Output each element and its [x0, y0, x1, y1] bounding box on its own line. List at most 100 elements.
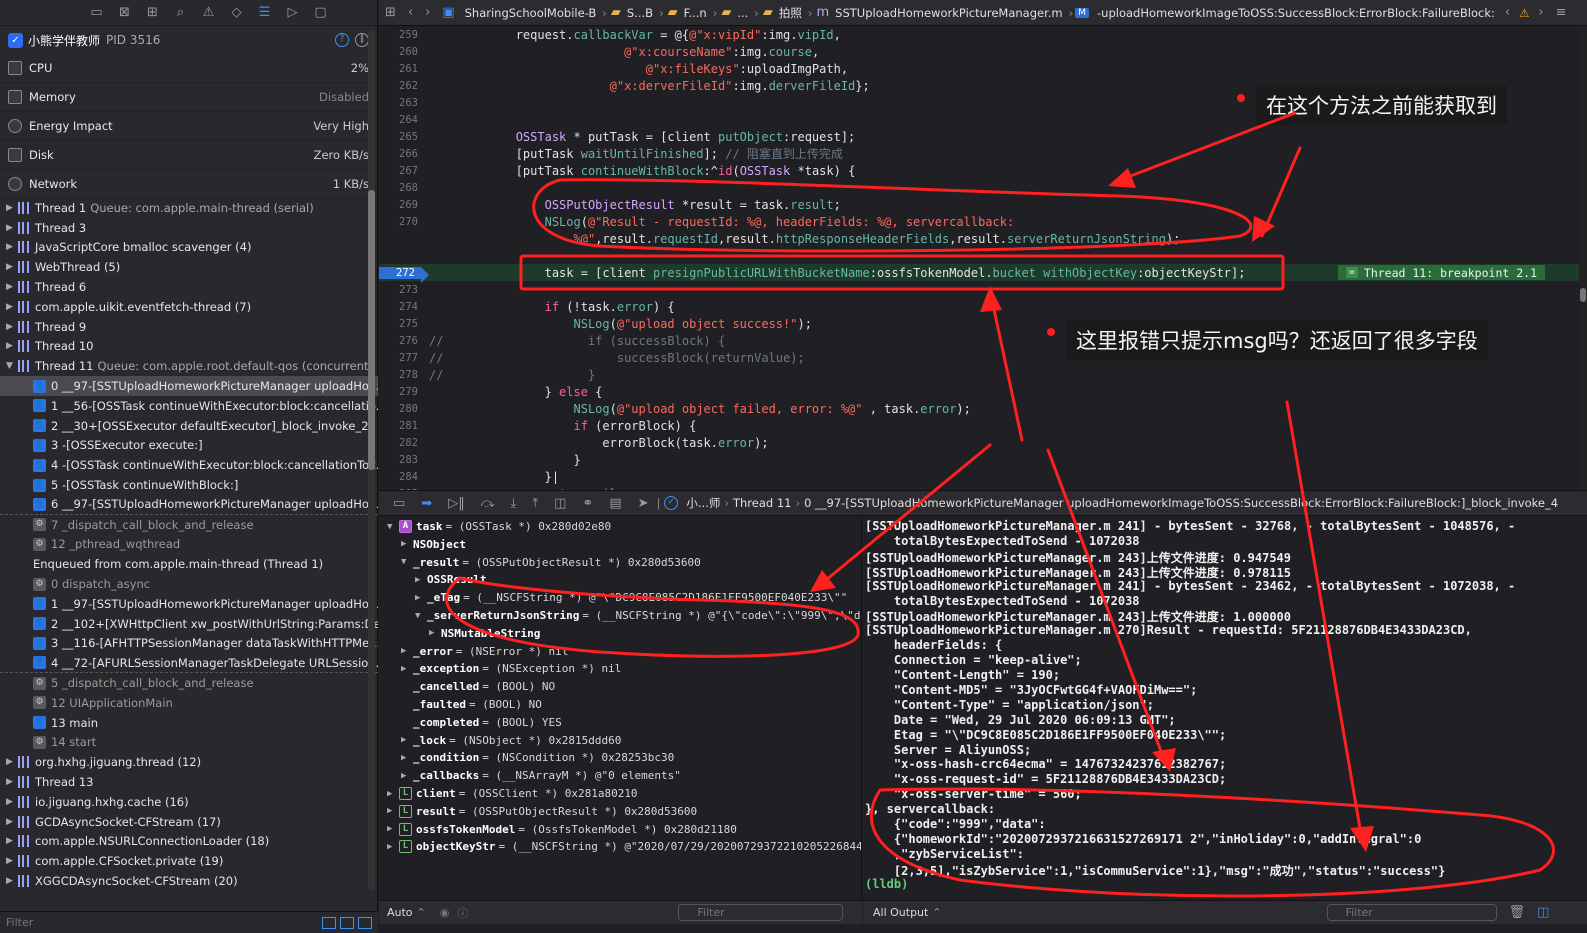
code-text[interactable]: OSSPutObjectResult *result = task.result… — [421, 198, 841, 212]
code-line[interactable]: 273 — [379, 281, 1587, 298]
stack-frame-row[interactable]: 👤 5 -[OSSTask continueWithBlock:] — [0, 475, 378, 495]
thread-row[interactable]: ▼ Thread 11 Queue: com.apple.root.default-… — [0, 356, 378, 376]
disclosure-icon[interactable]: ▶ — [6, 876, 18, 886]
stack-frame-row[interactable]: ⚙ 5 _dispatch_call_block_and_release — [0, 673, 378, 693]
thread-row[interactable]: ▶ Thread 6 — [0, 277, 378, 297]
disclosure-icon[interactable]: ▶ — [6, 203, 18, 213]
disclosure-icon[interactable]: ▼ — [387, 522, 399, 532]
test-icon[interactable]: ◇ — [228, 5, 246, 20]
code-text[interactable]: task = [client presignPublicURLWithBucke… — [421, 266, 1246, 280]
line-number[interactable]: 275 — [379, 318, 421, 330]
variable-row[interactable]: ▼ _serverReturnJsonString = (__NSCFString … — [415, 607, 861, 624]
stack-frame-row[interactable]: 👤 6 __97-[SSTUploadHomeworkPictureManager… — [0, 495, 378, 515]
disclosure-icon[interactable]: ▶ — [6, 262, 18, 272]
code-text[interactable]: // if (successBlock) { — [421, 334, 725, 348]
info-icon[interactable]: ? — [335, 33, 349, 47]
disclosure-icon[interactable]: ▶ — [6, 757, 18, 767]
line-number[interactable]: 264 — [379, 114, 421, 126]
line-number[interactable]: 273 — [379, 284, 421, 296]
code-text[interactable]: OSSTask * putTask = [client putObject:re… — [421, 130, 856, 144]
hide-debug-area-icon[interactable]: ▭ — [393, 496, 405, 511]
disclosure-icon[interactable]: ▶ — [429, 628, 441, 638]
stack-frame-row[interactable]: 👤 3 -[OSSExecutor execute:] — [0, 436, 378, 456]
code-text[interactable]: @"x:derverFileId":img.derverFileId}; — [421, 79, 870, 93]
thread-row[interactable]: ▶ Thread 1 Queue: com.apple.main-thread (s… — [0, 198, 378, 218]
stack-frame-row[interactable]: 👤 2 __30+[OSSExecutor defaultExecutor]_bl… — [0, 416, 378, 436]
variable-row[interactable]: ▼ _result = (OSSPutObjectResult *) 0x280d5… — [401, 554, 701, 571]
breadcrumb-method[interactable]: -uploadHomeworkImageToOSS:SuccessBlock:E… — [1097, 6, 1495, 20]
line-number[interactable]: 266 — [379, 148, 421, 160]
stack-frame-row[interactable]: 👤 2 __102+[XWHttpClient xw_postWithUrlStr… — [0, 614, 378, 634]
disclosure-icon[interactable]: ▶ — [415, 575, 427, 585]
continue-icon[interactable]: ▷‖ — [448, 496, 465, 511]
code-text[interactable]: } else { — [421, 385, 603, 399]
filter-placeholder[interactable]: Filter — [6, 916, 33, 929]
line-number[interactable]: 283 — [379, 454, 421, 466]
disclosure-icon[interactable]: ▶ — [387, 842, 399, 852]
variables-filter-input[interactable]: Filter — [678, 904, 844, 921]
code-text[interactable]: // successBlock(returnValue); — [421, 351, 805, 365]
code-line[interactable]: 280 NSLog(@"upload object failed, error:… — [379, 400, 1587, 417]
symbol-icon[interactable]: ⊞ — [144, 5, 162, 20]
thread-row[interactable]: ▶ Thread 13 — [0, 772, 378, 792]
disclosure-icon[interactable]: ▼ — [401, 557, 413, 567]
stack-frame-row[interactable]: 👤 13 main — [0, 713, 378, 733]
disclosure-icon[interactable]: ▶ — [401, 539, 413, 549]
stack-frame-row[interactable]: 👤 1 __56-[OSSTask continueWithExecutor:bl… — [0, 396, 378, 416]
line-number[interactable]: 280 — [379, 403, 421, 415]
disclosure-icon[interactable]: ▶ — [6, 777, 18, 787]
debug-crumb-thread[interactable]: Thread 11 — [733, 496, 792, 510]
disclosure-icon[interactable]: ▼ — [6, 361, 18, 371]
search-icon[interactable]: ⌕ — [172, 5, 190, 20]
gauge-network[interactable]: Network 1 KB/s — [0, 170, 377, 199]
stack-frame-row[interactable]: ⚙ 14 start — [0, 733, 378, 753]
variable-row[interactable]: ▶ OSSResult — [415, 571, 490, 588]
disclosure-icon[interactable]: ▼ — [415, 611, 427, 621]
code-line[interactable]: 260 @"x:courseName":img.course, — [379, 43, 1587, 60]
issue-icon[interactable]: ⚠ — [200, 5, 218, 20]
thread-row[interactable]: ▶ WebThread (5) — [0, 257, 378, 277]
line-number[interactable]: 269 — [379, 199, 421, 211]
line-number[interactable]: 260 — [379, 46, 421, 58]
variable-row[interactable]: ▶ _callbacks = (__NSArrayM *) @"0 elements… — [401, 767, 681, 784]
line-number[interactable]: 268 — [379, 182, 421, 194]
breadcrumb-group[interactable]: F...n — [684, 6, 707, 20]
code-line[interactable]: 283 } — [379, 451, 1587, 468]
stack-frame-row[interactable]: ⚙ 12 _pthread_wqthread — [0, 535, 378, 555]
thread-row[interactable]: ▶ io.jiguang.hxhg.cache (16) — [0, 792, 378, 812]
environment-icon[interactable]: ▤ — [609, 496, 621, 511]
variable-row[interactable]: ▶ Lresult = (OSSPutObjectResult *) 0x280d5… — [387, 803, 697, 820]
breadcrumb-file[interactable]: SSTUploadHomeworkPictureManager.m — [835, 6, 1062, 20]
variable-row[interactable]: ▶ LossfsTokenModel = (OssfsTokenModel *) 0… — [387, 821, 737, 838]
disclosure-icon[interactable]: ▶ — [401, 735, 413, 745]
disclosure-icon[interactable]: ▶ — [387, 806, 399, 816]
code-text[interactable]: if (errorBlock) { — [421, 419, 697, 433]
code-line[interactable]: 261 @"x:fileKeys":uploadImgPath, — [379, 60, 1587, 77]
source-control-icon[interactable]: ⊠ — [116, 5, 134, 20]
split-view-icon[interactable]: ◫ — [1537, 905, 1549, 920]
line-number[interactable]: 259 — [379, 29, 421, 41]
code-text[interactable]: [putTask waitUntilFinished]; // 阻塞直到上传完成 — [421, 145, 843, 162]
back-icon[interactable]: ‹ — [408, 5, 413, 20]
thread-row[interactable]: ▶ JavaScriptCore bmalloc scavenger (4) — [0, 238, 378, 258]
disclosure-icon[interactable]: ▶ — [6, 322, 18, 332]
trash-icon[interactable]: 🗑 — [1509, 905, 1526, 920]
line-number[interactable]: 276 — [379, 335, 421, 347]
thread-row[interactable]: ▶ Thread 10 — [0, 337, 378, 357]
disclosure-icon[interactable]: ▶ — [6, 282, 18, 292]
breakpoint-icon[interactable]: ▷ — [284, 5, 302, 20]
disclosure-icon[interactable]: ▶ — [401, 664, 413, 674]
disclosure-icon[interactable]: ▶ — [415, 593, 427, 603]
stack-frame-row[interactable]: ⚙ 12 UIApplicationMain — [0, 693, 378, 713]
code-line[interactable]: 269 OSSPutObjectResult *result = task.re… — [379, 196, 1587, 213]
code-text[interactable]: // } — [421, 368, 595, 382]
stack-frame-row[interactable]: 👤 4 -[OSSTask continueWithExecutor:block:… — [0, 455, 378, 475]
debug-crumb-frame[interactable]: 0 __97-[SSTUploadHomeworkPictureManager … — [804, 496, 1558, 510]
warning-icon[interactable]: ⚠ — [1519, 6, 1529, 20]
code-line[interactable]: 274 if (!task.error) { — [379, 298, 1587, 315]
stack-frame-row[interactable]: 👤 0 __97-[SSTUploadHomeworkPictureManager… — [0, 376, 378, 396]
disclosure-icon[interactable]: ▶ — [401, 753, 413, 763]
stack-frame-row[interactable]: ⚙ 7 _dispatch_call_block_and_release — [0, 515, 378, 535]
disclosure-icon[interactable]: ▶ — [6, 223, 18, 233]
console[interactable]: [SSTUploadHomeworkPictureManager.m 241] … — [863, 517, 1587, 899]
